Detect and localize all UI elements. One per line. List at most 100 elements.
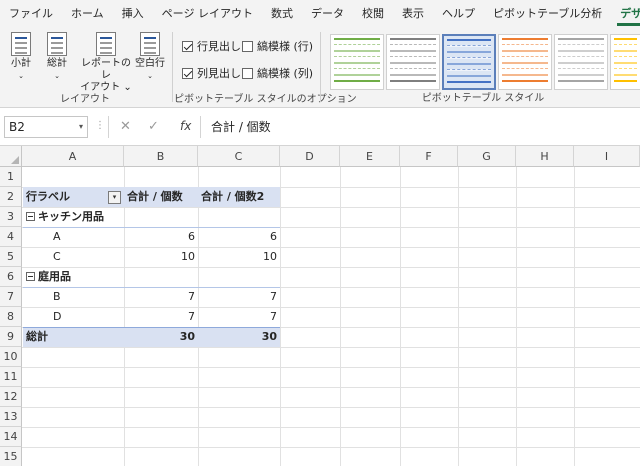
row-headers-checkbox[interactable]: 行見出し (182, 38, 241, 54)
tab-design[interactable]: デザイン (611, 0, 640, 28)
pivot-style-swatch[interactable] (498, 34, 552, 90)
pivot-item-label[interactable]: A (50, 227, 120, 247)
pivot-value-cell[interactable]: 10 (198, 247, 280, 267)
col-headers-checkbox[interactable]: 列見出し (182, 65, 241, 81)
pivot-group-row[interactable]: キッチン用品 (23, 207, 183, 227)
swatch-line (614, 44, 637, 46)
name-box-dropdown-icon[interactable]: ▾ (79, 117, 83, 137)
tab-help[interactable]: ヘルプ (433, 0, 484, 28)
select-all-corner[interactable] (0, 146, 22, 167)
row-header-12[interactable]: 12 (0, 387, 22, 407)
row-header-9[interactable]: 9 (0, 327, 22, 347)
pivot-item-label[interactable]: C (50, 247, 120, 267)
pivot-grand-total-value[interactable]: 30 (124, 327, 198, 347)
swatch-line (390, 62, 436, 64)
swatch-line (447, 45, 491, 47)
formula-bar-grip-icon: ⋮ (95, 120, 105, 131)
pivot-grand-total-value[interactable]: 30 (198, 327, 280, 347)
row-header-15[interactable]: 15 (0, 447, 22, 466)
pivot-style-swatch[interactable] (610, 34, 640, 90)
subtotals-label: 小計 (11, 58, 31, 69)
swatch-line (502, 62, 548, 64)
swatch-line (614, 50, 637, 52)
row-header-7[interactable]: 7 (0, 287, 22, 307)
pivot-item-label[interactable]: B (50, 287, 120, 307)
pivot-value-cell[interactable]: 6 (124, 227, 198, 247)
banded-rows-checkbox[interactable]: 縞模様 (行) (242, 38, 313, 54)
swatch-line (334, 44, 380, 46)
tab-file[interactable]: ファイル (0, 0, 62, 28)
row-header-13[interactable]: 13 (0, 407, 22, 427)
pivot-grand-total-label[interactable]: 総計 (23, 327, 124, 347)
row-header-14[interactable]: 14 (0, 427, 22, 447)
pivot-group-label: 庭用品 (38, 270, 71, 283)
column-header-d[interactable]: D (280, 146, 340, 167)
collapse-icon[interactable] (26, 212, 35, 221)
collapse-icon[interactable] (26, 272, 35, 281)
grand-totals-button[interactable]: 総計 ⌄ (42, 32, 72, 82)
column-header-c[interactable]: C (198, 146, 280, 167)
tab-insert[interactable]: 挿入 (113, 0, 153, 28)
tab-page-layout[interactable]: ページ レイアウト (153, 0, 262, 28)
pivot-item-label[interactable]: D (50, 307, 120, 327)
swatch-line (447, 39, 491, 41)
pivot-value-cell[interactable]: 7 (124, 307, 198, 327)
column-header-g[interactable]: G (458, 146, 516, 167)
row-header-11[interactable]: 11 (0, 367, 22, 387)
pivot-style-swatch-selected[interactable] (442, 34, 496, 90)
row-header-10[interactable]: 10 (0, 347, 22, 367)
tab-view[interactable]: 表示 (393, 0, 433, 28)
row-header-2[interactable]: 2 (0, 187, 22, 207)
confirm-icon[interactable]: ✓ (148, 119, 159, 134)
tab-pivot-analyze[interactable]: ピボットテーブル分析 (484, 0, 611, 28)
pivot-value-cell[interactable]: 7 (124, 287, 198, 307)
pivot-style-swatch[interactable] (386, 34, 440, 90)
pivot-style-swatch[interactable] (554, 34, 608, 90)
gridline (22, 427, 640, 428)
cancel-icon[interactable]: ✕ (120, 119, 131, 134)
pivot-value-cell[interactable]: 7 (198, 287, 280, 307)
column-header-h[interactable]: H (516, 146, 574, 167)
pivot-value-cell[interactable]: 6 (198, 227, 280, 247)
pivot-value-cell[interactable]: 10 (124, 247, 198, 267)
tab-review[interactable]: 校閲 (353, 0, 393, 28)
row-header-6[interactable]: 6 (0, 267, 22, 287)
row-header-3[interactable]: 3 (0, 207, 22, 227)
pivot-value-cell[interactable]: 7 (198, 307, 280, 327)
ribbon: 小計 ⌄ 総計 ⌄ レポートのレ イアウト ⌄ 空白行 ⌄ レイアウト 行見出し… (0, 28, 640, 108)
banded-cols-checkbox[interactable]: 縞模様 (列) (242, 65, 313, 81)
swatch-line (334, 62, 380, 64)
row-header-1[interactable]: 1 (0, 167, 22, 187)
filter-dropdown-icon[interactable]: ▾ (108, 191, 121, 204)
row-header-4[interactable]: 4 (0, 227, 22, 247)
swatch-line (334, 68, 380, 70)
formula-input[interactable]: 合計 / 個数 (200, 116, 636, 138)
pivot-value-header-2[interactable]: 合計 / 個数2 (198, 187, 280, 207)
blank-rows-button[interactable]: 空白行 ⌄ (134, 32, 166, 82)
checkbox-unchecked-icon (242, 40, 253, 52)
formula-bar: B2 ▾ ⋮ ✕ ✓ fx 合計 / 個数 (0, 108, 640, 146)
column-header-i[interactable]: I (574, 146, 640, 167)
insert-function-icon[interactable]: fx (180, 119, 191, 133)
column-header-f[interactable]: F (400, 146, 458, 167)
tab-data[interactable]: データ (302, 0, 353, 28)
row-header-5[interactable]: 5 (0, 247, 22, 267)
column-header-a[interactable]: A (22, 146, 124, 167)
subtotals-button[interactable]: 小計 ⌄ (6, 32, 36, 82)
pivot-value-header-1[interactable]: 合計 / 個数 (124, 187, 198, 207)
swatch-line (558, 68, 604, 70)
report-layout-button[interactable]: レポートのレ イアウト ⌄ (80, 32, 132, 94)
swatch-line (502, 44, 548, 46)
report-layout-icon (96, 32, 116, 56)
column-header-b[interactable]: B (124, 146, 198, 167)
tab-formulas[interactable]: 数式 (262, 0, 302, 28)
row-header-8[interactable]: 8 (0, 307, 22, 327)
column-header-e[interactable]: E (340, 146, 400, 167)
blank-rows-icon (140, 32, 160, 56)
name-box[interactable]: B2 ▾ (4, 116, 88, 138)
swatch-line (614, 62, 637, 64)
swatch-line (502, 56, 548, 58)
tab-home[interactable]: ホーム (62, 0, 113, 28)
pivot-style-swatch[interactable] (330, 34, 384, 90)
pivot-group-row[interactable]: 庭用品 (23, 267, 183, 287)
